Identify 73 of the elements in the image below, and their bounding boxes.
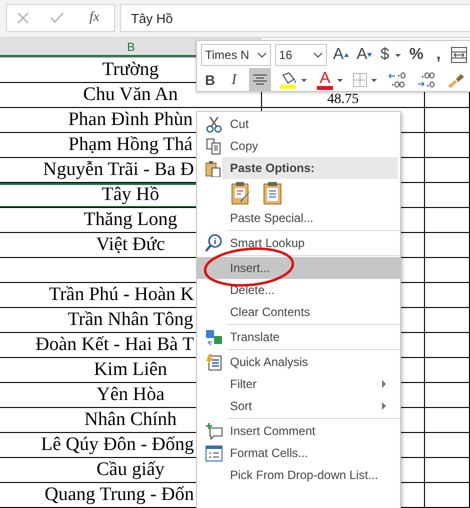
table-cell: Phạm Hồng Thá <box>68 134 193 156</box>
arrow-icon <box>367 53 372 57</box>
menu-item[interactable]: Pick From Drop-down List... <box>197 464 400 486</box>
formula-field[interactable]: Tây Hồ <box>120 4 470 32</box>
clipboard-icon[interactable] <box>263 181 283 205</box>
table-cell: Cầu giấy <box>96 459 165 481</box>
increase-decimal-icon <box>387 72 407 88</box>
submenu-arrow-icon <box>382 380 386 388</box>
table-cell: Kim Liên <box>94 359 168 381</box>
size-dropdown[interactable]: 16 <box>275 44 327 66</box>
paintbrush-icon <box>447 72 465 88</box>
font-dropdown[interactable]: Times N <box>201 44 271 66</box>
menu-item[interactable]: Insert... <box>197 257 400 279</box>
submenu-arrow-icon <box>382 402 386 410</box>
shrink-font-button[interactable]: A <box>354 43 374 67</box>
table-cell: Tây Hồ <box>102 184 160 206</box>
function-button[interactable]: fx <box>85 10 104 26</box>
borders-icon <box>353 73 367 87</box>
menu-item[interactable]: Translate <box>197 326 400 348</box>
table-cell: Phan Đình Phùn <box>68 109 193 131</box>
table-cell: Đoàn Kết - Hai Bà T <box>36 334 194 356</box>
translate-icon <box>204 328 222 346</box>
table-cell: Việt Đức <box>96 234 165 256</box>
table-cell: Yên Hòa <box>96 384 165 406</box>
arrow-icon <box>344 53 349 57</box>
table-cell: Quang Trung - Đốn <box>44 484 194 506</box>
form-icon <box>204 444 222 462</box>
menu-item[interactable]: Paste Special... <box>197 207 400 229</box>
fill-color-icon <box>279 71 297 89</box>
grow-font-button[interactable]: A <box>331 43 351 67</box>
currency-button[interactable]: $ <box>378 43 404 67</box>
caret-icon[interactable] <box>301 78 307 82</box>
table-cell: Trần Phú - Hoàn K <box>49 284 194 306</box>
font-color-button[interactable]: A <box>315 68 345 92</box>
menu-item[interactable]: Format Cells... <box>197 442 400 464</box>
menu-item[interactable]: Clear Contents <box>197 301 400 323</box>
search-icon <box>204 234 222 252</box>
menu-item[interactable]: Filter <box>197 373 400 395</box>
center-align-button[interactable] <box>249 68 271 92</box>
scissors-icon <box>204 115 222 133</box>
menu-item[interactable]: Delete... <box>197 279 400 301</box>
chevron-icon <box>257 51 267 59</box>
decrease-decimal-icon <box>417 72 437 88</box>
menu-item[interactable]: Insert Comment <box>197 420 400 442</box>
copy-icon <box>204 137 222 155</box>
menu-section-header: Paste Options: <box>222 157 398 179</box>
menu-item[interactable]: Sort <box>197 395 400 417</box>
check-icon[interactable] <box>50 12 64 24</box>
comma-button[interactable]: , <box>429 43 448 67</box>
caret-icon[interactable] <box>395 54 402 56</box>
chevron-icon <box>313 51 323 59</box>
comment-plus-icon <box>204 422 222 440</box>
caret-icon[interactable] <box>337 78 343 82</box>
bold-button[interactable]: B <box>201 68 219 92</box>
table-cell: Nhân Chính <box>84 409 177 431</box>
menu-item[interactable]: Copy <box>197 135 400 157</box>
menu-item[interactable]: Cut <box>197 113 400 135</box>
menu-item[interactable]: Smart Lookup <box>197 232 400 254</box>
table-cell: Chu Văn An <box>83 84 178 106</box>
table-cell: Nguyễn Trãi - Ba Đ <box>43 159 194 181</box>
clipboard-icon <box>204 159 222 177</box>
italic-button[interactable]: I <box>225 68 243 92</box>
quick-analysis-icon <box>204 353 222 371</box>
table-cell: Lê Qúy Đôn - Đống <box>40 434 194 456</box>
percent-button[interactable]: % <box>407 43 426 67</box>
caret-icon[interactable] <box>371 78 377 82</box>
table-cell: 48.75 <box>327 94 359 106</box>
table-icon[interactable] <box>451 47 468 63</box>
table-cell: Trường <box>102 59 159 81</box>
table-cell: Trần Nhân Tông <box>68 309 194 331</box>
table-cell: Thăng Long <box>84 209 178 231</box>
align-center-icon <box>253 74 267 86</box>
menu-item[interactable]: Quick Analysis <box>197 351 400 373</box>
